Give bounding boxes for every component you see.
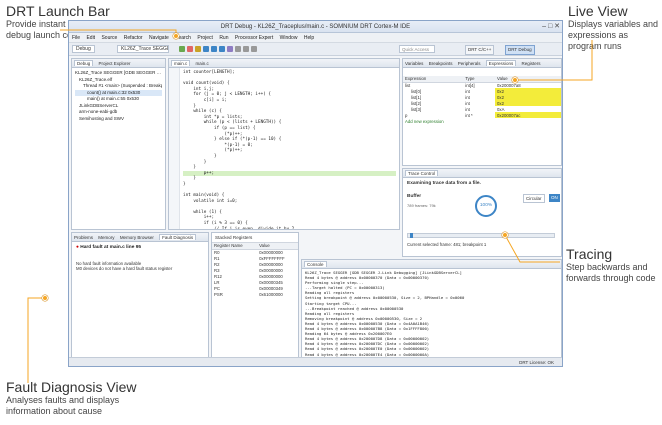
callout-leaders <box>27 29 593 383</box>
live-view-marker <box>512 77 518 83</box>
tracing-leader-line <box>504 234 560 263</box>
fault-leader-line <box>27 297 45 383</box>
fault-diagnosis-marker <box>42 295 48 301</box>
launch-leader-line <box>60 29 177 36</box>
tracing-marker <box>502 232 508 238</box>
launch-bar-marker <box>173 33 179 39</box>
live-view-leader-line <box>515 40 593 81</box>
